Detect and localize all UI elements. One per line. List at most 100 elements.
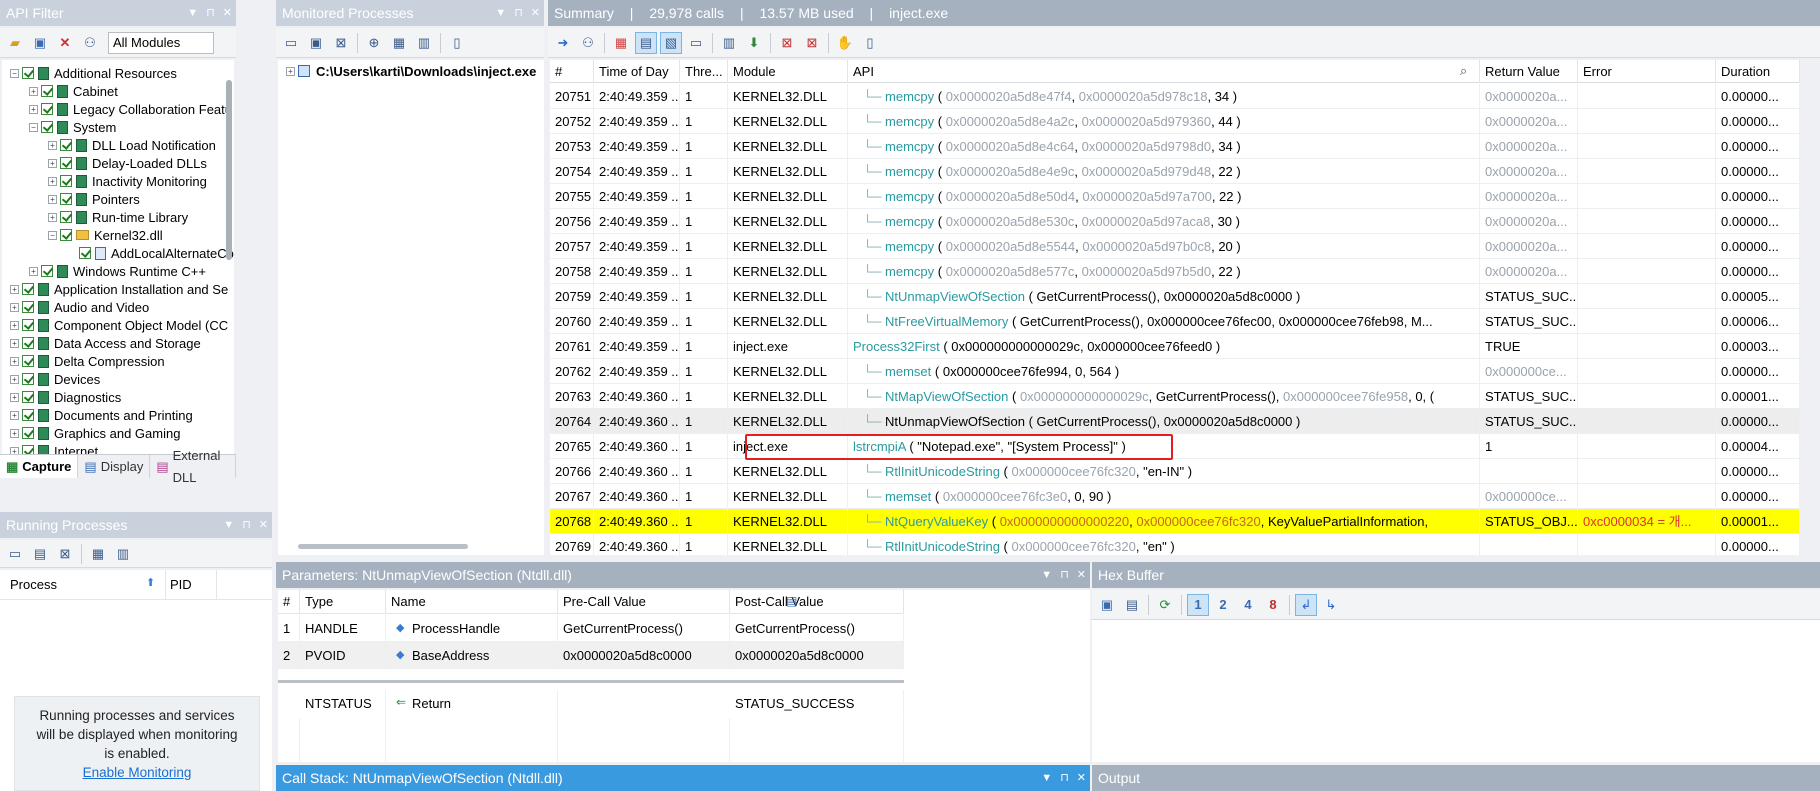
api-tree-item[interactable]: − Kernel32.dll <box>48 226 163 244</box>
service-icon[interactable]: ▦ <box>87 543 109 565</box>
module-icon[interactable]: ▥ <box>413 32 435 54</box>
api-tree-item[interactable]: + Legacy Collaboration Featu <box>29 100 232 118</box>
expand-icon[interactable]: + <box>29 104 38 114</box>
api-call-row[interactable]: 20753 2:40:49.359 ... 1 KERNEL32.DLL └─ memc… <box>550 134 1800 159</box>
pin-icon[interactable]: ⊓ <box>1060 562 1069 588</box>
collapse-icon[interactable]: − <box>48 230 57 240</box>
checkbox[interactable] <box>22 373 34 385</box>
expand-icon[interactable]: + <box>10 356 19 366</box>
column-header[interactable]: Module <box>728 60 848 83</box>
api-call-row[interactable]: 20762 2:40:49.359 ... 1 KERNEL32.DLL └─ mems… <box>550 359 1800 384</box>
parameter-column-header[interactable]: Pre-Call Value <box>558 590 730 613</box>
expand-icon[interactable]: + <box>48 194 57 204</box>
tree-view-icon[interactable]: ▤ <box>635 31 657 54</box>
api-tree-item[interactable]: + Data Access and Storage <box>10 334 201 352</box>
binoculars-icon[interactable]: ⚇ <box>79 32 101 54</box>
expand-icon[interactable]: + <box>10 374 19 384</box>
api-call-row[interactable]: 20752 2:40:49.359 ... 1 KERNEL32.DLL └─ memc… <box>550 109 1800 134</box>
api-tree-scrollbar[interactable] <box>226 80 232 260</box>
parameter-column-header[interactable]: # <box>278 590 300 613</box>
trash-icon[interactable]: ▯ <box>859 32 881 54</box>
modules-select[interactable]: All Modules <box>108 31 214 54</box>
hook-icon[interactable]: ▦ <box>388 32 410 54</box>
close-icon[interactable]: ✕ <box>259 512 268 538</box>
dropdown-icon[interactable]: ▼ <box>1041 562 1052 588</box>
api-call-row[interactable]: 20755 2:40:49.359 ... 1 KERNEL32.DLL └─ memc… <box>550 184 1800 209</box>
column-header[interactable]: Duration <box>1716 60 1800 83</box>
column-header[interactable]: Time of Day <box>594 60 680 83</box>
dropdown-icon[interactable]: ▼ <box>187 0 198 26</box>
checkbox[interactable] <box>22 355 34 367</box>
monitor-icon[interactable]: ▭ <box>4 543 26 565</box>
tab-display[interactable]: ▤ Display <box>78 455 151 478</box>
api-tree-item[interactable]: + Windows Runtime C++ <box>29 262 206 280</box>
expand-icon[interactable]: + <box>10 410 19 420</box>
checkbox[interactable] <box>79 247 91 259</box>
monitored-hscrollbar[interactable] <box>298 544 468 549</box>
tab-capture[interactable]: ▦ Capture <box>0 455 79 478</box>
expand-icon[interactable]: + <box>48 140 57 150</box>
api-tree-item[interactable]: + Delay-Loaded DLLs <box>48 154 207 172</box>
api-call-row[interactable]: 20758 2:40:49.359 ... 1 KERNEL32.DLL └─ memc… <box>550 259 1800 284</box>
api-call-row[interactable]: 20767 2:40:49.360 ... 1 KERNEL32.DLL └─ mems… <box>550 484 1800 509</box>
checkbox[interactable] <box>22 427 34 439</box>
console-icon[interactable]: ▭ <box>685 32 707 54</box>
column-header[interactable]: # <box>550 60 594 83</box>
expand-icon[interactable]: + <box>10 284 19 294</box>
enable-monitoring-link[interactable]: Enable Monitoring <box>15 765 259 780</box>
collapse-icon[interactable]: − <box>10 68 19 78</box>
close-icon[interactable]: ✕ <box>1077 765 1086 791</box>
color-icon[interactable]: ▦ <box>610 32 632 54</box>
attach-icon[interactable]: ▥ <box>112 543 134 565</box>
api-call-row[interactable]: 20769 2:40:49.360 ... 1 KERNEL32.DLL └─ RtlI… <box>550 534 1800 555</box>
export-icon[interactable]: ⬇ <box>743 32 765 54</box>
parameter-column-header[interactable]: Type <box>300 590 386 613</box>
column-header[interactable]: API <box>848 60 1480 83</box>
expand-icon[interactable]: + <box>10 428 19 438</box>
api-tree-item[interactable]: + Documents and Printing <box>10 406 193 424</box>
column-chooser-icon[interactable]: ▤ <box>786 594 797 608</box>
api-call-row[interactable]: 20760 2:40:49.359 ... 1 KERNEL32.DLL └─ NtFr… <box>550 309 1800 334</box>
api-call-row[interactable]: 20756 2:40:49.359 ... 1 KERNEL32.DLL └─ memc… <box>550 209 1800 234</box>
checkbox[interactable] <box>22 301 34 313</box>
pin-icon[interactable]: ⊓ <box>1060 765 1069 791</box>
open-folder-icon[interactable]: ▰ <box>4 32 26 54</box>
dropdown-icon[interactable]: ▼ <box>223 512 234 538</box>
big-endian-icon[interactable]: ↳ <box>1320 594 1342 616</box>
api-tree-item[interactable]: AddLocalAlternateCo <box>67 244 234 262</box>
columns-icon[interactable]: ▥ <box>718 32 740 54</box>
hex-buffer-area[interactable] <box>1092 620 1820 762</box>
hex-4-byte[interactable]: 4 <box>1237 594 1259 616</box>
expand-icon[interactable]: + <box>29 266 38 276</box>
api-call-row[interactable]: 20763 2:40:49.360 ... 1 KERNEL32.DLL └─ NtMa… <box>550 384 1800 409</box>
tab-external-dll[interactable]: ▤ External DLL <box>150 448 236 485</box>
close-icon[interactable]: ✕ <box>223 0 232 26</box>
pin-icon[interactable]: ⊓ <box>242 512 251 538</box>
column-header[interactable]: Return Value <box>1480 60 1578 83</box>
hex-8-byte[interactable]: 8 <box>1262 594 1284 616</box>
arrow-right-icon[interactable]: ➜ <box>552 32 574 54</box>
api-tree-item[interactable]: + Run-time Library <box>48 208 188 226</box>
parameter-row[interactable]: 1 HANDLE ProcessHandle GetCurrentProcess() G… <box>278 615 904 642</box>
expand-icon[interactable]: + <box>10 338 19 348</box>
api-tree-item[interactable]: + Cabinet <box>29 82 118 100</box>
api-tree-item[interactable]: + Audio and Video <box>10 298 149 316</box>
checkbox[interactable] <box>41 265 53 277</box>
pin-icon[interactable]: ⊓ <box>514 0 523 26</box>
pin-icon[interactable]: ⊓ <box>206 0 215 26</box>
checkbox[interactable] <box>41 85 53 97</box>
highlight-icon[interactable]: ▧ <box>660 31 682 54</box>
api-tree-item[interactable]: + Internet <box>10 442 98 454</box>
api-call-row[interactable]: 20764 2:40:49.360 ... 1 KERNEL32.DLL └─ NtUn… <box>550 409 1800 434</box>
checkbox[interactable] <box>60 175 72 187</box>
remove-process-icon[interactable]: ⊠ <box>330 32 352 54</box>
hand-icon[interactable]: ✋ <box>834 32 856 54</box>
checkbox[interactable] <box>22 445 34 454</box>
collapse-icon[interactable]: − <box>29 122 38 132</box>
expand-icon[interactable]: + <box>286 66 295 76</box>
api-tree-item[interactable]: + Application Installation and Se <box>10 280 228 298</box>
close-process-icon[interactable]: ▣ <box>305 32 327 54</box>
api-tree-item[interactable]: − Additional Resources <box>10 64 177 82</box>
copy-icon[interactable]: ▤ <box>1121 594 1143 616</box>
api-tree-item[interactable]: + DLL Load Notification <box>48 136 216 154</box>
